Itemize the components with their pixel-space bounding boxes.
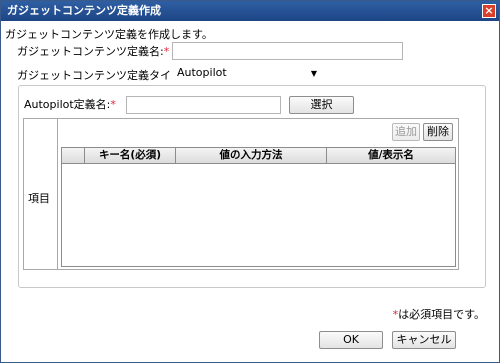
autopilot-name-label-text: Autopilot定義名:: [24, 98, 111, 111]
definition-name-label-text: ガジェットコンテンツ定義名:: [17, 45, 164, 58]
items-content: 追加 削除 キー名(必須) 値の入力方法 値/表示名: [57, 118, 459, 270]
autopilot-name-label: Autopilot定義名:*: [24, 96, 116, 112]
window-title: ガジェットコンテンツ定義作成: [7, 4, 161, 17]
items-label: 項目: [28, 192, 50, 205]
intro-text: ガジェットコンテンツ定義を作成します。: [5, 28, 213, 41]
required-mark: *: [163, 45, 170, 58]
chevron-down-icon: ▼: [310, 69, 317, 78]
table-header-input-method[interactable]: 値の入力方法: [176, 148, 327, 163]
items-section: 項目 追加 削除 キー名(必須) 値の入力方法 値/表示名: [23, 118, 459, 270]
table-header-key[interactable]: キー名(必須): [85, 148, 176, 163]
definition-name-input[interactable]: [172, 42, 403, 60]
table-header: キー名(必須) 値の入力方法 値/表示名: [62, 148, 455, 164]
delete-button[interactable]: 削除: [423, 123, 453, 141]
definition-type-select[interactable]: Autopilot ▼: [172, 64, 322, 82]
definition-type-value: Autopilot: [177, 66, 227, 79]
required-footnote: *は必須項目です。: [393, 306, 485, 322]
title-bar[interactable]: ガジェットコンテンツ定義作成 ×: [1, 1, 499, 21]
items-table: キー名(必須) 値の入力方法 値/表示名: [61, 147, 456, 267]
add-button[interactable]: 追加: [392, 123, 420, 141]
required-footnote-text: は必須項目です。: [398, 308, 485, 321]
table-header-value[interactable]: 値/表示名: [327, 148, 455, 163]
definition-name-label: ガジェットコンテンツ定義名:*: [17, 43, 169, 59]
dialog-window: ガジェットコンテンツ定義作成 × ガジェットコンテンツ定義を作成します。 ガジェ…: [0, 0, 500, 363]
autopilot-name-input[interactable]: [126, 96, 281, 114]
ok-button[interactable]: OK: [319, 331, 383, 349]
close-icon[interactable]: ×: [482, 4, 496, 18]
definition-type-label: ガジェットコンテンツ定義タイプ:: [17, 69, 186, 82]
cancel-button[interactable]: キャンセル: [392, 331, 456, 349]
items-label-cell: 項目: [23, 118, 57, 270]
table-header-spacer: [62, 148, 85, 163]
select-button[interactable]: 選択: [289, 96, 354, 114]
required-mark: *: [110, 98, 116, 111]
